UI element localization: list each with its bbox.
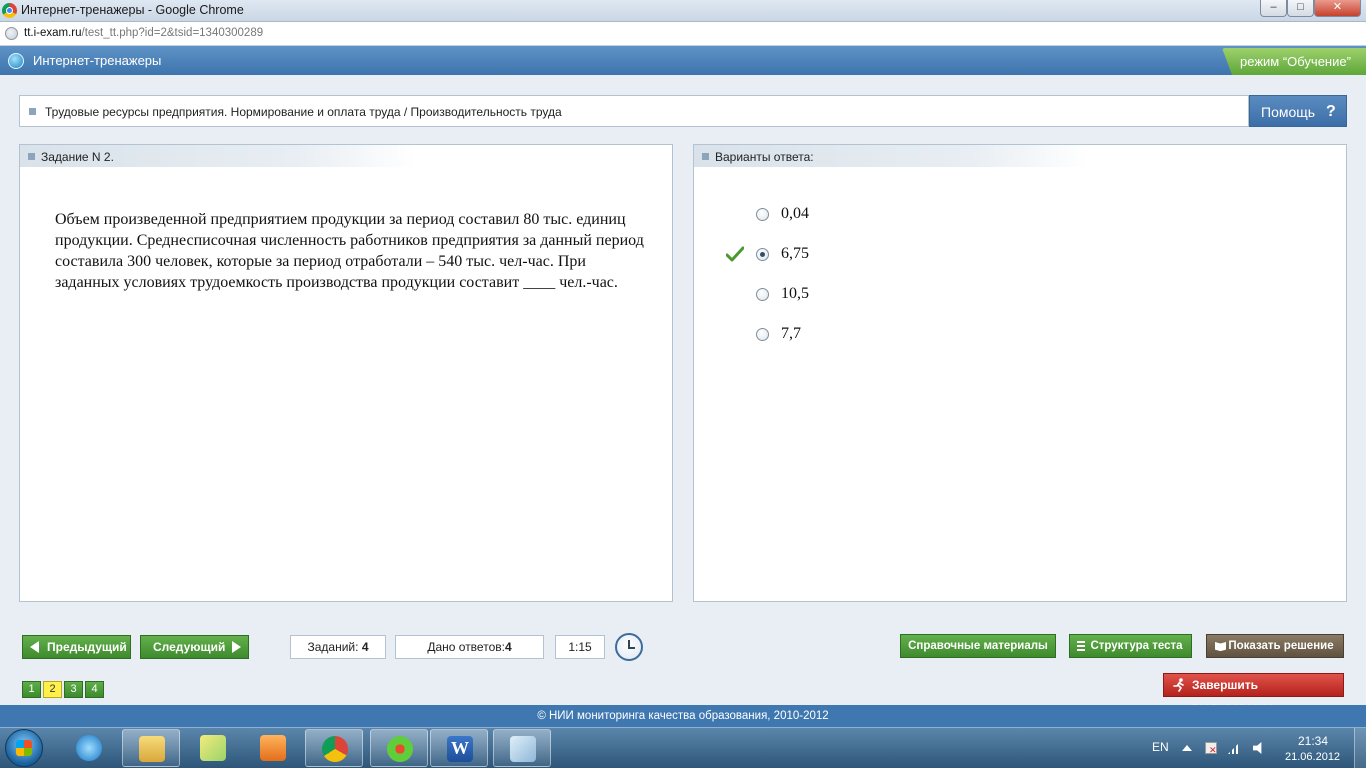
start-button[interactable] [5, 729, 43, 767]
topic-breadcrumb: Трудовые ресурсы предприятия. Нормирован… [19, 95, 1249, 127]
page-1-button[interactable]: 1 [22, 681, 41, 698]
taskbar-clock-time[interactable]: 21:34 [1298, 734, 1328, 748]
answers-panel-header: Варианты ответа: [694, 145, 1089, 167]
browser-title-bar: Интернет-тренажеры - Google Chrome – □ ✕ [0, 0, 1366, 22]
taskbar-chrome-button[interactable] [305, 729, 363, 767]
app-logo-icon [8, 53, 24, 69]
action-center-flag-icon[interactable] [1205, 742, 1217, 756]
answered-value: 4 [504, 640, 512, 654]
app-header: Интернет-тренажеры [0, 46, 1366, 75]
tasks-counter: Заданий: 4 [290, 635, 386, 659]
taskbar-notes-button[interactable] [184, 729, 242, 767]
answer-label[interactable]: 6,75 [781, 245, 809, 263]
globe-icon [5, 27, 18, 40]
list-icon [1077, 641, 1085, 652]
answers-panel: Варианты ответа: 0,04 6,75 10,5 7,7 [693, 144, 1347, 602]
notepad-icon [510, 736, 536, 762]
page-4-button[interactable]: 4 [85, 681, 104, 698]
arrow-left-icon [30, 641, 39, 653]
answers-header: Варианты ответа: [715, 150, 814, 164]
next-button[interactable]: Следующий [140, 635, 249, 659]
answer-radio-selected[interactable] [756, 248, 769, 261]
prev-button[interactable]: Предыдущий [22, 635, 131, 659]
internet-explorer-icon [76, 735, 102, 761]
taskbar-word-button[interactable] [430, 729, 488, 767]
url-path: /test_tt.php?id=2&tsid=1340300289 [81, 27, 264, 39]
answer-label[interactable]: 0,04 [781, 205, 809, 223]
url-text[interactable]: tt.i-exam.ru/test_tt.php?id=2&tsid=13403… [24, 27, 263, 39]
question-mark-icon: ? [1326, 103, 1336, 120]
show-solution-button[interactable]: Показать решение [1206, 634, 1344, 658]
maximize-button[interactable]: □ [1287, 0, 1314, 17]
answered-label: Дано ответов: [427, 640, 505, 654]
task-panel: Задание N 2. Объем произведенной предпри… [19, 144, 673, 602]
arrow-right-icon [232, 641, 241, 653]
help-label: Помощь [1261, 104, 1316, 120]
next-label: Следующий [153, 640, 226, 654]
chrome-icon [2, 3, 17, 18]
app-title: Интернет-тренажеры [33, 53, 162, 68]
runner-icon [1173, 678, 1184, 692]
folder-icon [139, 736, 165, 762]
address-bar[interactable]: tt.i-exam.ru/test_tt.php?id=2&tsid=13403… [0, 22, 1366, 46]
tasks-value: 4 [361, 640, 369, 654]
media-player-icon [260, 735, 286, 761]
page-2-button[interactable]: 2 [43, 681, 62, 698]
answer-radio[interactable] [756, 328, 769, 341]
window-title: Интернет-тренажеры - Google Chrome [21, 3, 244, 17]
structure-label: Структура теста [1090, 640, 1183, 652]
taskbar-media-button[interactable] [244, 729, 302, 767]
icq-flower-icon [387, 736, 413, 762]
bullet-square-icon [29, 108, 36, 115]
help-button[interactable]: Помощь ? [1249, 95, 1347, 127]
book-icon [1215, 642, 1226, 651]
taskbar-notepad-button[interactable] [493, 729, 551, 767]
solution-label: Показать решение [1228, 640, 1334, 652]
timer: 1:15 [555, 635, 605, 659]
network-signal-icon[interactable] [1228, 742, 1240, 754]
answer-label[interactable]: 10,5 [781, 285, 809, 303]
page-3-button[interactable]: 3 [64, 681, 83, 698]
taskbar-clock-date[interactable]: 21.06.2012 [1285, 751, 1340, 763]
answer-radio[interactable] [756, 208, 769, 221]
task-number: Задание N 2. [41, 150, 114, 164]
show-desktop-button[interactable] [1354, 728, 1366, 768]
question-text: Объем произведенной предприятием продукц… [55, 211, 644, 291]
minimize-button[interactable]: – [1260, 0, 1287, 17]
close-button[interactable]: ✕ [1314, 0, 1361, 17]
clock-icon [615, 633, 643, 661]
taskbar-explorer-button[interactable] [122, 729, 180, 767]
correct-check-icon [726, 246, 744, 262]
mode-badge: режим “Обучение” [1222, 48, 1366, 75]
answer-radio[interactable] [756, 288, 769, 301]
bullet-square-icon [28, 153, 35, 160]
taskbar-icq-button[interactable] [370, 729, 428, 767]
tasks-label: Заданий: [307, 640, 359, 654]
taskbar-ie-button[interactable] [60, 729, 118, 767]
url-domain: tt.i-exam.ru [24, 27, 82, 39]
volume-icon[interactable] [1253, 742, 1262, 754]
bullet-square-icon [702, 153, 709, 160]
page-footer: © НИИ мониторинга качества образования, … [0, 705, 1366, 727]
windows-taskbar: EN 21:34 21.06.2012 [0, 727, 1366, 768]
word-icon [447, 736, 473, 762]
sticky-notes-icon [200, 735, 226, 761]
test-structure-button[interactable]: Структура теста [1069, 634, 1192, 658]
prev-label: Предыдущий [47, 640, 127, 654]
tray-expand-icon[interactable] [1182, 745, 1192, 751]
chrome-icon [322, 736, 348, 762]
topic-text: Трудовые ресурсы предприятия. Нормирован… [45, 105, 562, 119]
finish-test-button[interactable]: Завершить тестирование [1163, 673, 1344, 714]
language-indicator[interactable]: EN [1152, 740, 1169, 754]
task-panel-header: Задание N 2. [20, 145, 415, 167]
answered-counter: Дано ответов:4 [395, 635, 544, 659]
answer-label[interactable]: 7,7 [781, 325, 801, 343]
reference-materials-button[interactable]: Справочные материалы [900, 634, 1056, 658]
